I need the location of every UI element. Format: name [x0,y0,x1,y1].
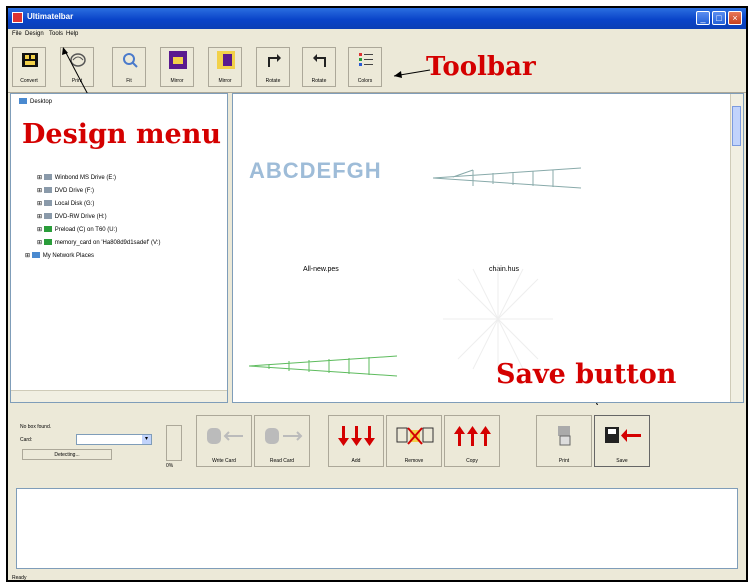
tree-item-label: My Network Places [42,253,95,259]
preview-vscrollbar[interactable] [730,94,743,402]
remove-button[interactable]: Remove [386,415,442,467]
copy-arrows-icon [454,426,491,446]
design-menu-callout: Design menu [22,119,221,150]
message-log[interactable] [16,488,738,569]
toolbar-arrowhead [394,71,402,78]
read-card-icon [265,428,303,444]
copy-button[interactable]: Copy [444,415,500,467]
tree-item-label: Local Disk (G:) [54,201,95,207]
remove-icon [396,427,434,445]
tree-item-label: DVD Drive (F:) [54,188,95,194]
card-panel: No box found. Card: ▾ Detecting... 0% Wr… [8,405,746,490]
detect-button[interactable]: Detecting... [22,449,112,460]
remove-label: Remove [404,458,424,464]
progress-bar [166,425,182,461]
read-card-label: Read Card [269,458,295,464]
app-window: Ultimatelbar _ □ × File Design Tools Hel… [6,6,748,582]
tree-item-label: Preload (C) on T60 (U:) [54,227,118,233]
read-card-button[interactable]: Read Card [254,415,310,467]
write-card-button[interactable]: Write Card [196,415,252,467]
chain-pattern-blue[interactable] [433,166,583,190]
tree-item[interactable]: ⊞ DVD Drive (F:) [37,187,94,194]
print-button[interactable]: Print [536,415,592,467]
tree-root[interactable]: Desktop [19,98,52,105]
scroll-thumb[interactable] [732,106,741,146]
add-arrows-icon [338,426,375,446]
progress-label: 0% [166,463,174,469]
tree-item[interactable]: ⊞ Local Disk (G:) [37,200,94,207]
design-menu-arrowhead [62,47,68,55]
print-hand-icon [558,426,571,446]
save-label: Save [616,458,628,464]
tree-item-label: Winbond MS Drive (E:) [54,175,117,181]
toolbar-callout: Toolbar [426,52,536,82]
copy-label: Copy [466,458,478,464]
file-label-1: All-new.pes [303,266,339,273]
save-button[interactable]: Save [594,415,650,467]
starburst-design [443,264,553,374]
tree-item-label: DVD-RW Drive (H:) [54,214,107,220]
tree-item[interactable]: ⊞ Winbond MS Drive (E:) [37,174,116,181]
write-card-icon [207,428,243,444]
card-select[interactable]: ▾ [76,434,152,445]
design-preview: ABCDEFGH All-new.pes chain.hus [232,93,744,403]
status-text: Ready [12,575,27,581]
status-bar: Ready [8,572,746,581]
save-button-callout: Save button [496,359,677,390]
chain-pattern-green[interactable] [249,352,399,380]
add-button[interactable]: Add [328,415,384,467]
card-label: Card: [20,437,33,443]
tree-root-label: Desktop [30,99,53,105]
tree-item-label: memory_card on 'Ha808d9d1sadef' (V:) [54,240,161,246]
save-icon [605,427,641,443]
tree-item[interactable]: ⊞ My Network Places [25,252,94,259]
tree-hscrollbar[interactable] [11,390,227,402]
tree-item[interactable]: ⊞ Preload (C) on T60 (U:) [37,226,117,233]
tree-item[interactable]: ⊞ memory_card on 'Ha808d9d1sadef' (V:) [37,239,161,246]
add-label: Add [351,458,361,464]
card-status: No box found. [20,424,52,430]
sample-text-design[interactable]: ABCDEFGH [249,158,382,184]
print-label: Print [558,458,570,464]
tree-item[interactable]: ⊞ DVD-RW Drive (H:) [37,213,107,220]
write-card-label: Write Card [212,458,236,464]
chevron-down-icon[interactable]: ▾ [142,435,151,444]
